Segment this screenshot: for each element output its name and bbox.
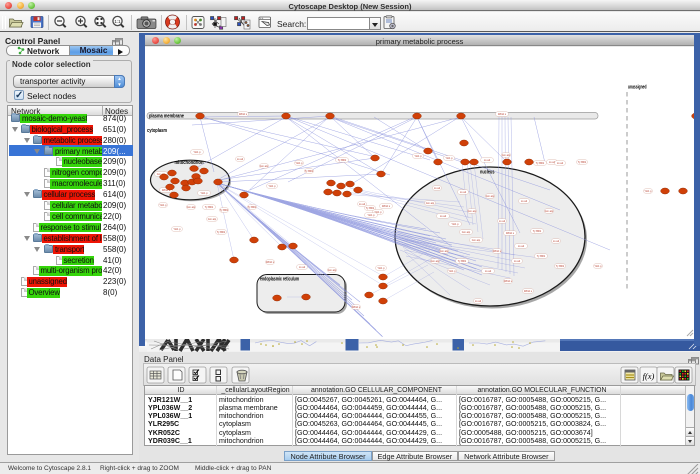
svg-text:tRNA s: tRNA s	[266, 260, 275, 264]
svg-text:Yki1 p: Yki1 p	[445, 156, 453, 160]
svg-text:co a2: co a2	[299, 265, 306, 269]
svg-text:Gm atp: Gm atp	[328, 268, 337, 272]
svg-text:Ty BR1: Ty BR1	[305, 169, 314, 173]
svg-text:co a2: co a2	[359, 202, 366, 206]
svg-text:co a2: co a2	[440, 214, 447, 218]
svg-text:tRNA s: tRNA s	[524, 289, 533, 293]
svg-text:Yki1 p: Yki1 p	[377, 266, 385, 270]
svg-text:co a2: co a2	[557, 161, 564, 165]
svg-text:Yki1 p: Yki1 p	[268, 184, 276, 188]
svg-text:Yki1 p: Yki1 p	[295, 161, 303, 165]
svg-text:tRNA s: tRNA s	[498, 112, 507, 116]
svg-text:Gm atp: Gm atp	[208, 217, 217, 221]
svg-text:1:1: 1:1	[114, 19, 121, 24]
svg-text:tRNA s: tRNA s	[239, 112, 248, 116]
svg-text:Yki1 p: Yki1 p	[193, 150, 201, 154]
svg-text:Ty BR1: Ty BR1	[533, 229, 542, 233]
svg-text:Ty BR1: Ty BR1	[556, 264, 565, 268]
svg-text:Ty BR1: Ty BR1	[366, 206, 375, 210]
svg-text:co a2: co a2	[475, 299, 482, 303]
svg-text:Gm atp: Gm atp	[426, 201, 435, 205]
svg-text:co a2: co a2	[434, 186, 441, 190]
svg-text:tRNA s: tRNA s	[382, 204, 391, 208]
svg-text:tRNA s: tRNA s	[504, 279, 513, 283]
svg-text:Yki1 p: Yki1 p	[200, 191, 208, 195]
svg-text:Yki1 p: Yki1 p	[451, 222, 459, 226]
svg-text:Ty BR1: Ty BR1	[458, 259, 467, 263]
svg-text:cytoplasm: cytoplasm	[147, 128, 167, 134]
svg-text:tRNA s: tRNA s	[352, 305, 361, 309]
svg-text:Ty BR1: Ty BR1	[217, 230, 226, 234]
svg-text:Gm atp: Gm atp	[545, 209, 554, 213]
svg-text:nucleus: nucleus	[480, 170, 495, 176]
svg-text:mitochondrion: mitochondrion	[175, 160, 204, 166]
svg-text:Ty BR1: Ty BR1	[536, 161, 545, 165]
svg-text:unassigned: unassigned	[628, 85, 647, 91]
svg-text:Ty BR1: Ty BR1	[248, 205, 257, 209]
svg-text:Gm atp: Gm atp	[187, 205, 196, 209]
svg-text:co a2: co a2	[514, 259, 521, 263]
svg-text:Ty BR1: Ty BR1	[537, 254, 546, 258]
svg-text:Gm atp: Gm atp	[260, 164, 269, 168]
svg-text:Gm atp: Gm atp	[502, 153, 511, 157]
svg-text:Yki1 p: Yki1 p	[448, 269, 456, 273]
svg-text:Yki1 p: Yki1 p	[594, 264, 602, 268]
svg-text:Yki1 p: Yki1 p	[173, 227, 181, 231]
svg-text:co a2: co a2	[521, 199, 528, 203]
svg-text:Yki1 p: Yki1 p	[644, 189, 652, 193]
svg-text:co a2: co a2	[518, 244, 525, 248]
svg-text:co a2: co a2	[484, 158, 491, 162]
svg-text:co a2: co a2	[499, 219, 506, 223]
svg-text:Gm atp: Gm atp	[462, 230, 471, 234]
svg-text:Yki1 p: Yki1 p	[159, 203, 167, 207]
svg-text:co a2: co a2	[460, 190, 467, 194]
svg-text:Ty BR1: Ty BR1	[220, 208, 229, 212]
svg-text:Ty BR1: Ty BR1	[205, 205, 214, 209]
svg-text:Ty BR1: Ty BR1	[578, 160, 587, 164]
svg-text:co a2: co a2	[237, 157, 244, 161]
svg-text:tRNA s: tRNA s	[506, 231, 515, 235]
svg-text:Yki1 p: Yki1 p	[414, 154, 422, 158]
svg-text:Gm atp: Gm atp	[472, 238, 481, 242]
svg-text:Gm atp: Gm atp	[431, 259, 440, 263]
svg-text:co a2: co a2	[553, 239, 560, 243]
svg-text:endoplasmic reticulum: endoplasmic reticulum	[260, 277, 299, 283]
svg-text:Yki1 p: Yki1 p	[367, 213, 375, 217]
svg-text:Ty BR1: Ty BR1	[338, 158, 347, 162]
svg-text:plasma membrane: plasma membrane	[149, 114, 184, 120]
svg-text:Gm atp: Gm atp	[468, 209, 477, 213]
svg-text:f(x): f(x)	[643, 371, 655, 381]
svg-text:Gm atp: Gm atp	[440, 249, 449, 253]
svg-text:tRNA s: tRNA s	[493, 249, 502, 253]
svg-text:Gm atp: Gm atp	[486, 194, 495, 198]
svg-text:co a2: co a2	[485, 269, 492, 273]
